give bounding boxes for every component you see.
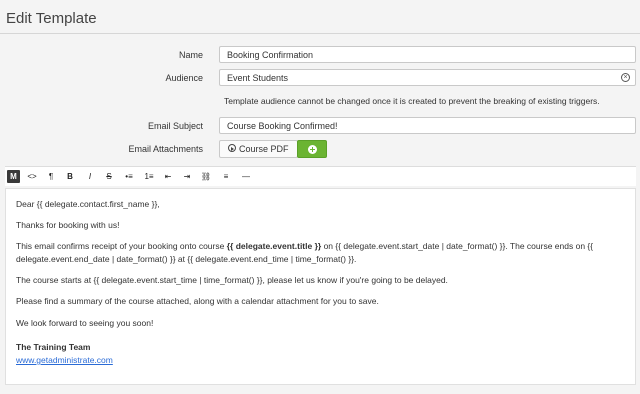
indent-button[interactable]: ⇥ <box>181 170 193 183</box>
confirmation-line-2: delegate.event.end_date | date_format() … <box>16 254 357 264</box>
page-title: Edit Template <box>6 10 97 27</box>
audience-select[interactable]: Event Students × <box>219 69 636 86</box>
event-title-variable: {{ delegate.event.title }} <box>226 241 322 251</box>
audience-label: Audience <box>165 73 203 83</box>
paragraph-button[interactable]: ¶ <box>46 170 56 183</box>
audience-value: Event Students <box>227 73 289 83</box>
attachment-label: Course PDF <box>239 144 289 154</box>
closing-text: We look forward to seeing you soon! <box>16 318 154 328</box>
name-label: Name <box>178 50 203 60</box>
audience-help-text: Template audience cannot be changed once… <box>224 96 600 106</box>
confirmation-line-1: This email confirms receipt of your book… <box>16 241 594 251</box>
summary-text: Please find a summary of the course atta… <box>16 296 379 306</box>
email-body-editor[interactable]: Dear {{ delegate.contact.first_name }}, … <box>5 188 636 385</box>
start-time-text: The course starts at {{ delegate.event.s… <box>16 275 448 285</box>
italic-button[interactable]: I <box>85 170 95 183</box>
plus-icon <box>308 145 317 154</box>
code-button[interactable]: <> <box>26 170 38 183</box>
email-subject-value: Course Booking Confirmed! <box>227 121 338 131</box>
name-input[interactable]: Booking Confirmation <box>219 46 636 63</box>
course-pdf-attachment-button[interactable]: Course PDF <box>219 140 298 158</box>
name-value: Booking Confirmation <box>227 50 314 60</box>
horizontal-rule-button[interactable]: — <box>240 170 252 183</box>
align-button[interactable]: ≡ <box>220 170 232 183</box>
bold-button[interactable]: B <box>65 170 75 183</box>
numbered-list-button[interactable]: 1≡ <box>142 170 156 183</box>
close-circle-icon[interactable]: × <box>621 73 630 82</box>
play-circle-icon <box>228 144 236 152</box>
link-button[interactable]: ⛓ <box>200 170 212 183</box>
website-link[interactable]: www.getadministrate.com <box>16 355 113 365</box>
outdent-button[interactable]: ⇤ <box>162 170 174 183</box>
strikethrough-button[interactable]: S <box>104 170 114 183</box>
signature-text: The Training Team <box>16 342 91 352</box>
email-attachments-label: Email Attachments <box>128 144 203 154</box>
editor-toolbar: M <> ¶ B I S •≡ 1≡ ⇤ ⇥ ⛓ ≡ — <box>5 166 636 186</box>
thanks-text: Thanks for booking with us! <box>16 220 120 230</box>
title-divider <box>0 33 640 34</box>
greeting-text: Dear {{ delegate.contact.first_name }}, <box>16 199 160 209</box>
markdown-mode-button[interactable]: M <box>7 170 20 183</box>
email-subject-input[interactable]: Course Booking Confirmed! <box>219 117 636 134</box>
add-attachment-button[interactable] <box>297 140 327 158</box>
bullet-list-button[interactable]: •≡ <box>122 170 136 183</box>
email-subject-label: Email Subject <box>147 121 203 131</box>
